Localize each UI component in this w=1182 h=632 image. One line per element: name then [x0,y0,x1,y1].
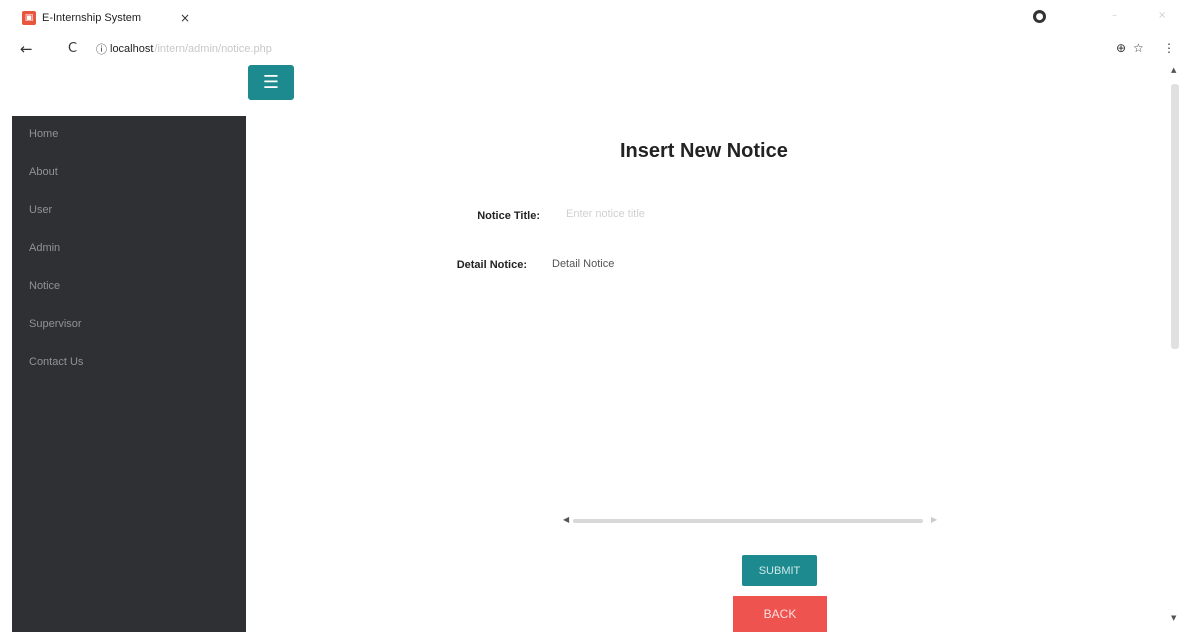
zoom-icon[interactable]: ⊕ [1116,41,1126,55]
back-arrow-icon[interactable]: ← [20,40,33,58]
sidebar-item-notice[interactable]: Notice [29,280,60,292]
url-field[interactable]: ⓘ localhost /intern/admin/notice.php [96,41,272,57]
tab-title: E-Internship System [42,12,142,24]
page-vertical-scrollbar[interactable]: ▲ ▼ [1167,66,1182,632]
menu-toggle-button[interactable]: ☰ [248,65,294,100]
scrollbar-thumb[interactable] [573,519,923,523]
page-scrollbar-thumb[interactable] [1171,84,1179,349]
sidebar-item-about[interactable]: About [29,166,58,178]
notice-title-input[interactable] [566,208,766,220]
url-path: /intern/admin/notice.php [154,43,272,55]
scroll-up-icon[interactable]: ▲ [1171,66,1176,74]
close-icon[interactable]: × [180,11,190,25]
textarea-horizontal-scrollbar[interactable]: ◀ ▶ [563,515,948,525]
address-bar: ← C ⓘ localhost /intern/admin/notice.php… [0,36,1182,62]
back-button[interactable]: BACK [733,596,827,632]
favicon-icon: ▣ [22,11,36,25]
sidebar-item-contact-us[interactable]: Contact Us [29,356,83,368]
sidebar-item-home[interactable]: Home [29,128,58,140]
url-host: localhost [110,43,154,55]
page-title: Insert New Notice [620,140,788,162]
submit-button[interactable]: SUBMIT [742,555,817,586]
sidebar-item-admin[interactable]: Admin [29,242,60,254]
profile-icon[interactable]: ● [1033,10,1046,23]
scroll-left-icon[interactable]: ◀ [563,515,569,524]
reload-icon[interactable]: C [68,40,77,58]
kebab-menu-icon[interactable]: ⋮ [1163,41,1175,55]
hamburger-icon: ☰ [262,72,280,93]
scroll-down-icon[interactable]: ▼ [1171,614,1176,622]
sidebar-item-user[interactable]: User [29,204,52,216]
minimize-icon[interactable]: – [1112,10,1117,21]
window-close-icon[interactable]: × [1158,10,1166,21]
detail-notice-label: Detail Notice: [456,259,527,271]
star-icon[interactable]: ☆ [1133,41,1144,55]
sidebar: Home About User Admin Notice Supervisor … [12,116,246,632]
info-icon[interactable]: ⓘ [96,41,107,57]
browser-tab[interactable]: ▣ E-Internship System × [22,8,190,28]
sidebar-item-supervisor[interactable]: Supervisor [29,318,82,330]
scroll-right-icon[interactable]: ▶ [931,515,937,524]
detail-notice-textarea[interactable] [552,258,942,508]
notice-title-label: Notice Title: [477,210,540,222]
browser-tab-bar: ▣ E-Internship System × ● – × [0,0,1182,36]
